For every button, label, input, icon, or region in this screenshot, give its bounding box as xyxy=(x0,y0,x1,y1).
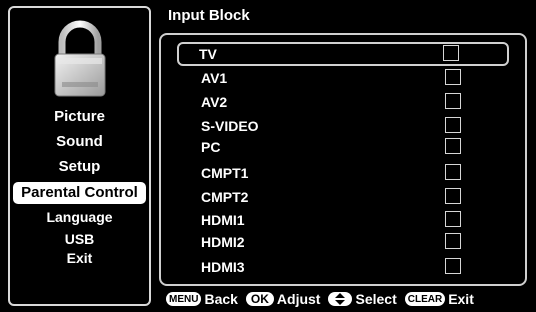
list-item-label: HDMI1 xyxy=(201,212,245,228)
clear-key-badge: CLEAR xyxy=(404,292,446,306)
list-item-av2[interactable]: AV2 xyxy=(179,91,509,113)
list-item-cmpt1[interactable]: CMPT1 xyxy=(179,162,509,184)
input-block-list: TV AV1 AV2 S-VIDEO PC CMPT1 CMPT2 HDMI1 xyxy=(159,33,527,286)
clear-key-action: Exit xyxy=(448,291,474,307)
menu-item-exit[interactable]: Exit xyxy=(10,249,149,267)
menu-item-picture[interactable]: Picture xyxy=(10,106,149,128)
list-item-pc[interactable]: PC xyxy=(179,136,509,158)
list-item-cmpt2[interactable]: CMPT2 xyxy=(179,186,509,208)
checkbox[interactable] xyxy=(445,93,461,109)
menu-item-usb[interactable]: USB xyxy=(10,230,149,248)
list-item-label: CMPT2 xyxy=(201,189,249,205)
menu-item-parental-control[interactable]: Parental Control xyxy=(13,182,146,204)
list-item-label: S-VIDEO xyxy=(201,118,259,134)
tv-osd-screen: Picture Sound Setup Parental Control Lan… xyxy=(0,0,536,312)
list-item-label: AV2 xyxy=(201,94,228,110)
list-item-label: HDMI2 xyxy=(201,234,245,250)
list-item-label: AV1 xyxy=(201,70,228,86)
list-item-tv[interactable]: TV xyxy=(177,42,509,66)
checkbox[interactable] xyxy=(445,188,461,204)
up-down-arrow-icon xyxy=(328,292,353,306)
checkbox[interactable] xyxy=(445,164,461,180)
list-item-hdmi1[interactable]: HDMI1 xyxy=(179,209,509,231)
checkbox[interactable] xyxy=(443,45,459,61)
checkbox[interactable] xyxy=(445,258,461,274)
ok-key-action: Adjust xyxy=(276,291,321,307)
list-item-label: HDMI3 xyxy=(201,259,245,275)
page-title: Input Block xyxy=(168,7,250,24)
menu-item-sound[interactable]: Sound xyxy=(10,131,149,153)
list-item-av1[interactable]: AV1 xyxy=(179,67,509,89)
menu-item-setup[interactable]: Setup xyxy=(10,156,149,178)
menu-item-language[interactable]: Language xyxy=(10,208,149,226)
checkbox[interactable] xyxy=(445,211,461,227)
checkbox[interactable] xyxy=(445,69,461,85)
list-item-hdmi2[interactable]: HDMI2 xyxy=(179,231,509,253)
checkbox[interactable] xyxy=(445,233,461,249)
list-item-label: PC xyxy=(201,139,221,155)
select-action: Select xyxy=(355,291,397,307)
ok-key-badge: OK xyxy=(245,292,274,306)
list-item-hdmi3[interactable]: HDMI3 xyxy=(179,256,509,278)
list-item-s-video[interactable]: S-VIDEO xyxy=(179,115,509,137)
padlock-icon xyxy=(54,20,106,97)
checkbox[interactable] xyxy=(445,138,461,154)
key-hint-bar: MENU Back OK Adjust Select CLEAR Exit xyxy=(166,289,532,309)
checkbox[interactable] xyxy=(445,117,461,133)
list-item-label: CMPT1 xyxy=(201,165,249,181)
list-item-label: TV xyxy=(199,46,217,62)
menu-key-badge: MENU xyxy=(166,292,202,306)
main-menu-sidebar: Picture Sound Setup Parental Control Lan… xyxy=(8,6,151,306)
menu-key-action: Back xyxy=(204,291,238,307)
